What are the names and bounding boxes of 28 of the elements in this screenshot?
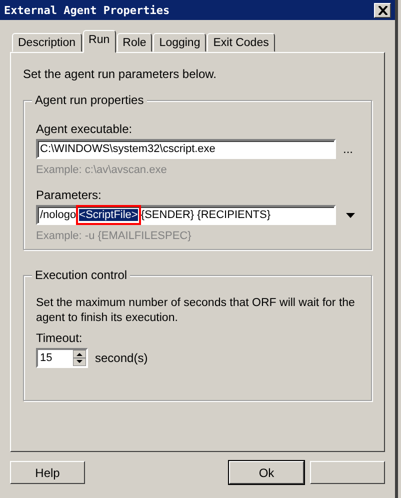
unit-label: second(s) [95,351,148,365]
dialog-button[interactable]: Help [10,461,85,484]
field-label: Timeout: [36,331,84,345]
intro-text: Set the agent run parameters below. [23,67,218,81]
tab[interactable]: Exit Codes [207,33,275,52]
field-label: Parameters: [36,188,102,202]
timeout-spinner[interactable]: 15 [36,348,88,368]
spin-arrows-icon[interactable] [73,350,86,366]
parameters-field[interactable]: /nologo <ScriptFile> {SENDER} {RECIPIENTS} [36,205,336,225]
close-button[interactable] [374,2,391,18]
tab[interactable]: Logging [153,33,206,52]
tab[interactable]: Description [12,33,82,52]
group-title: Execution control [32,268,130,282]
description-text: Set the maximum number of seconds that ORF will wait for the agent to finish its execution. [36,296,356,326]
group-title: Agent run properties [32,93,147,107]
executable-field[interactable]: C:\WINDOWS\system32\cscript.exe [36,139,336,159]
selected-text: <ScriptFile> [79,209,138,221]
dropdown-arrow-icon[interactable] [346,212,355,218]
dialog-button[interactable]: Ok [229,461,304,484]
field-label: Agent executable: [36,122,134,136]
close-icon [378,6,388,14]
browse-button[interactable]: ... [343,142,354,156]
example-text: Example: c:\av\avscan.exe [36,164,168,176]
tab[interactable]: Role [116,33,152,52]
example-text: Example: -u {EMAILFILESPEC} [36,230,192,242]
tab[interactable]: Run [82,30,116,53]
window-title: External Agent Properties [4,4,170,16]
dialog-button[interactable] [310,461,385,484]
